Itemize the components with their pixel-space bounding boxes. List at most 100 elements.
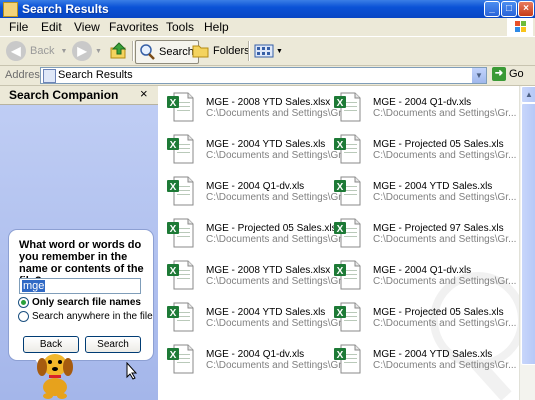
file-name: MGE - 2008 YTD Sales.xlsx [206,265,331,276]
file-path: C:\Documents and Settings\Gr... [206,276,350,287]
svg-text:X: X [337,308,344,319]
file-path: C:\Documents and Settings\Gr... [206,192,350,203]
excel-file-icon: X [167,176,194,206]
file-item[interactable]: X MGE - Projected 97 Sales.xls C:\Document… [329,218,516,248]
folders-label: Folders [213,45,250,57]
svg-text:X: X [337,350,344,361]
file-path: C:\Documents and Settings\Gr... [373,192,517,203]
file-item[interactable]: X MGE - 2004 YTD Sales.xls C:\Documents an… [329,344,516,374]
window-title: Search Results [22,2,109,16]
file-path: C:\Documents and Settings\Gr... [373,150,517,161]
search-folder-icon [3,2,18,17]
scroll-up-icon[interactable]: ▲ [521,86,535,103]
option-search-anywhere-label: Search anywhere in the file [32,311,153,322]
svg-text:X: X [170,308,177,319]
menu-favorites[interactable]: Favorites [109,20,158,34]
views-grid-icon [254,44,274,58]
file-name: MGE - Projected 05 Sales.xls [373,307,504,318]
go-label: Go [509,68,524,80]
file-item[interactable]: X MGE - 2004 Q1-dv.xls C:\Documents and Se… [162,344,349,374]
menu-help[interactable]: Help [204,20,229,34]
menu-view[interactable]: View [74,20,100,34]
go-arrow-icon: ➜ [492,67,506,81]
menu-tools[interactable]: Tools [166,20,194,34]
folder-icon [192,45,209,58]
file-item[interactable]: X MGE - 2004 YTD Sales.xls C:\Documents an… [162,302,349,332]
file-name: MGE - 2004 YTD Sales.xls [206,139,326,150]
file-name: MGE - 2004 Q1-dv.xls [206,181,305,192]
svg-text:X: X [337,266,344,277]
companion-header: Search Companion × [0,86,158,105]
option-search-anywhere[interactable]: Search anywhere in the file [18,311,153,322]
file-name: MGE - 2004 YTD Sales.xls [373,181,493,192]
up-folder-button[interactable] [110,40,128,62]
forward-dropdown-icon[interactable]: ▼ [95,48,102,55]
file-name: MGE - 2004 Q1-dv.xls [373,265,472,276]
address-dropdown-icon[interactable]: ▼ [472,68,486,83]
excel-file-icon: X [334,92,361,122]
back-label: Back [30,45,55,57]
address-field[interactable]: Search Results ▼ [40,67,487,84]
file-name: MGE - Projected 05 Sales.xls [206,223,337,234]
radio-only-file-names[interactable] [18,297,29,308]
menu-edit[interactable]: Edit [41,20,62,34]
minimize-button[interactable]: _ [484,1,500,17]
file-path: C:\Documents and Settings\Gr... [373,276,517,287]
companion-body: What word or words do you remember in th… [0,105,158,400]
excel-file-icon: X [334,260,361,290]
up-folder-icon [110,42,127,59]
forward-button[interactable]: ▶ ▼ [72,40,102,62]
companion-close-icon[interactable]: × [140,86,148,101]
file-path: C:\Documents and Settings\Gr... [373,234,517,245]
excel-file-icon: X [167,134,194,164]
search-input[interactable]: mge [19,278,141,294]
menu-bar: File Edit View Favorites Tools Help [0,18,535,37]
forward-arrow-icon: ▶ [72,41,92,61]
vertical-scrollbar[interactable]: ▲ [519,86,535,400]
views-button[interactable]: ▼ [254,40,283,62]
file-item[interactable]: X MGE - 2004 Q1-dv.xls C:\Documents and Se… [329,92,516,122]
file-name: MGE - 2004 Q1-dv.xls [373,97,472,108]
file-item[interactable]: X MGE - Projected 05 Sales.xls C:\Document… [329,302,516,332]
back-button[interactable]: ◀ Back ▼ [6,40,67,62]
option-only-file-names-label: Only search file names [32,297,141,308]
file-path: C:\Documents and Settings\Gr... [206,360,350,371]
svg-text:X: X [337,140,344,151]
address-bar: Address Search Results ▼ ➜ Go [0,66,535,86]
search-button[interactable]: Search [135,40,199,64]
title-bar: Search Results _ □ × [0,0,535,18]
option-only-file-names[interactable]: Only search file names [18,297,141,308]
search-input-value: mge [22,280,46,292]
file-name: MGE - Projected 05 Sales.xls [373,139,504,150]
file-name: MGE - 2004 YTD Sales.xls [373,349,493,360]
file-path: C:\Documents and Settings\Gr... [206,150,350,161]
back-dropdown-icon[interactable]: ▼ [60,48,67,55]
file-item[interactable]: X MGE - 2008 YTD Sales.xlsx C:\Documents a… [162,260,349,290]
file-item[interactable]: X MGE - Projected 05 Sales.xls C:\Document… [329,134,516,164]
file-item[interactable]: X MGE - 2004 YTD Sales.xls C:\Documents an… [329,176,516,206]
close-button[interactable]: × [518,1,534,17]
search-bubble: What word or words do you remember in th… [8,229,154,361]
file-path: C:\Documents and Settings\Gr... [373,318,517,329]
search-magnifier-icon [140,44,155,60]
maximize-button[interactable]: □ [501,1,517,17]
menu-file[interactable]: File [9,20,28,34]
scroll-thumb[interactable] [521,103,535,365]
file-item[interactable]: X MGE - 2004 Q1-dv.xls C:\Documents and Se… [162,176,349,206]
back-arrow-icon: ◀ [6,41,26,61]
radio-search-anywhere[interactable] [18,311,29,322]
file-item[interactable]: X MGE - 2008 YTD Sales.xlsx C:\Documents a… [162,92,349,122]
search-companion-pane: Search Companion × What word or words do… [0,86,158,400]
file-path: C:\Documents and Settings\Gr... [206,108,350,119]
svg-text:X: X [170,350,177,361]
file-item[interactable]: X MGE - Projected 05 Sales.xls C:\Document… [162,218,349,248]
file-item[interactable]: X MGE - 2004 Q1-dv.xls C:\Documents and Se… [329,260,516,290]
file-item[interactable]: X MGE - 2004 YTD Sales.xls C:\Documents an… [162,134,349,164]
start-search-button[interactable]: Search [85,336,141,353]
file-path: C:\Documents and Settings\Gr... [206,318,350,329]
folders-button[interactable]: Folders [192,40,250,62]
go-button[interactable]: ➜ Go [492,67,524,81]
excel-file-icon: X [167,218,194,248]
excel-file-icon: X [334,302,361,332]
file-path: C:\Documents and Settings\Gr... [206,234,350,245]
